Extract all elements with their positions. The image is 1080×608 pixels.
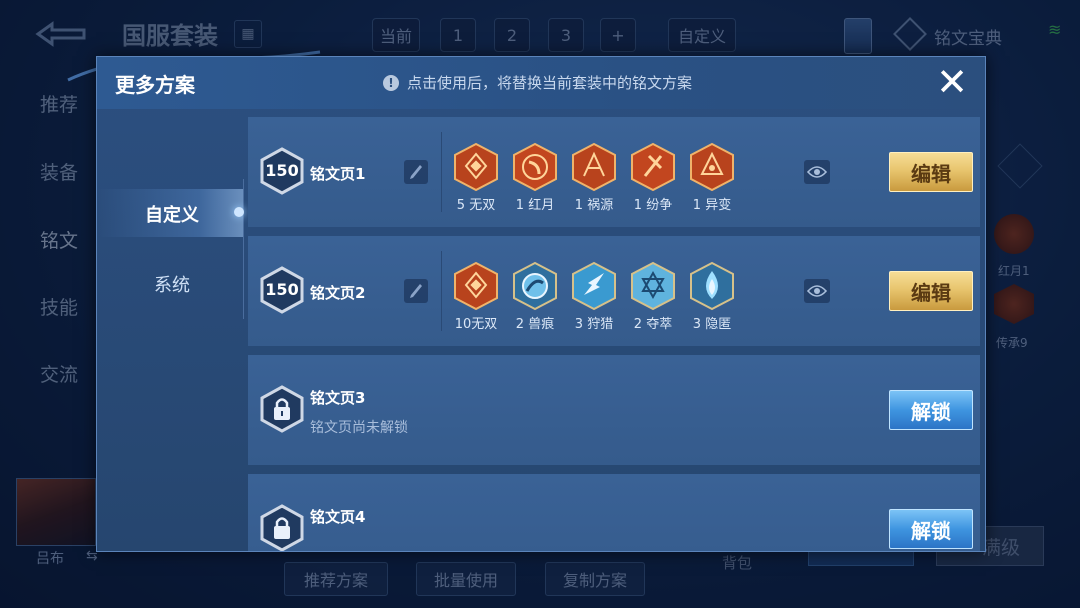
huoyuan-rune-icon [572,142,616,192]
page-name: 铭文页4 [310,508,366,526]
modal-header: 更多方案 ! 点击使用后，将替换当前套装中的铭文方案 ✕ [97,57,985,109]
rune-label: 1 红月 [515,198,555,213]
modal-title: 更多方案 [115,73,195,97]
level-hex-icon: 150 [260,147,304,195]
rune-label: 1 异变 [692,198,732,213]
rune-label: 2 兽痕 [515,317,555,332]
rune-page-card-4: 铭文页4 解锁 [248,474,980,551]
rune-slot[interactable]: 1 红月 [505,142,565,213]
sidebar-item-system[interactable]: 系统 [97,271,247,297]
rune-slot[interactable]: 1 纷争 [623,142,683,213]
page-name: 铭文页2 [310,284,366,302]
page-name: 铭文页1 [310,165,366,183]
rune-label: 3 狩猎 [574,317,614,332]
rune-page-list[interactable]: 150 铭文页1 5 无双 1 红月 1 祸源 1 纷争 1 异变 编辑 150… [248,117,982,551]
wushuang-rune-icon [454,142,498,192]
close-icon[interactable]: ✕ [933,63,971,101]
rename-pen-icon[interactable] [404,160,428,184]
rune-slot[interactable]: 2 夺萃 [623,261,683,332]
wushuang-rune-icon [454,261,498,311]
edit-button[interactable]: 编辑 [889,271,973,311]
rune-label: 10无双 [454,317,498,332]
preview-eye-icon[interactable] [804,160,830,184]
duocui-rune-icon [631,261,675,311]
hongyue-rune-icon [513,142,557,192]
yibian-rune-icon [690,142,734,192]
preview-eye-icon[interactable] [804,279,830,303]
rune-slot[interactable]: 10无双 [446,261,506,332]
unlock-button[interactable]: 解锁 [889,390,973,430]
info-icon: ! [383,74,399,91]
rune-slot[interactable]: 3 隐匿 [682,261,742,332]
rune-slot[interactable]: 3 狩猎 [564,261,624,332]
level-value: 150 [265,161,299,180]
rune-label: 3 隐匿 [692,317,732,332]
rune-page-card-2: 150 铭文页2 10无双 2 兽痕 3 狩猎 2 夺萃 3 隐匿 编辑 [248,236,980,346]
rename-pen-icon[interactable] [404,279,428,303]
sidebar-active-dot [234,207,244,217]
rune-slot[interactable]: 1 祸源 [564,142,624,213]
locked-status-text: 铭文页尚未解锁 [310,420,408,436]
rune-label: 1 祸源 [574,198,614,213]
card-separator [441,251,442,331]
rune-slot[interactable]: 2 兽痕 [505,261,565,332]
rune-slot[interactable]: 5 无双 [446,142,506,213]
notice-row: ! 点击使用后，将替换当前套装中的铭文方案 [383,72,692,93]
sidebar-item-custom[interactable]: 自定义 [97,201,247,227]
shoulie-rune-icon [572,261,616,311]
notice-text: 点击使用后，将替换当前套装中的铭文方案 [407,74,693,92]
more-plans-modal: 更多方案 ! 点击使用后，将替换当前套装中的铭文方案 ✕ 自定义 系统 150 … [96,56,986,552]
unlock-button[interactable]: 解锁 [889,509,973,549]
lock-hex-icon [260,385,304,433]
shouhen-rune-icon [513,261,557,311]
lock-hex-icon [260,504,304,551]
rune-label: 1 纷争 [633,198,673,213]
yinni-rune-icon [690,261,734,311]
rune-label: 2 夺萃 [633,317,673,332]
level-value: 150 [265,280,299,299]
plan-sidebar: 自定义 系统 [97,109,244,551]
rune-label: 5 无双 [456,198,496,213]
rune-page-card-1: 150 铭文页1 5 无双 1 红月 1 祸源 1 纷争 1 异变 编辑 [248,117,980,227]
rune-slot[interactable]: 1 异变 [682,142,742,213]
level-hex-icon: 150 [260,266,304,314]
rune-page-card-3: 铭文页3 铭文页尚未解锁 解锁 [248,355,980,465]
fenzheng-rune-icon [631,142,675,192]
edit-button[interactable]: 编辑 [889,152,973,192]
card-separator [441,132,442,212]
page-name: 铭文页3 [310,389,366,407]
sidebar-divider [243,179,244,319]
